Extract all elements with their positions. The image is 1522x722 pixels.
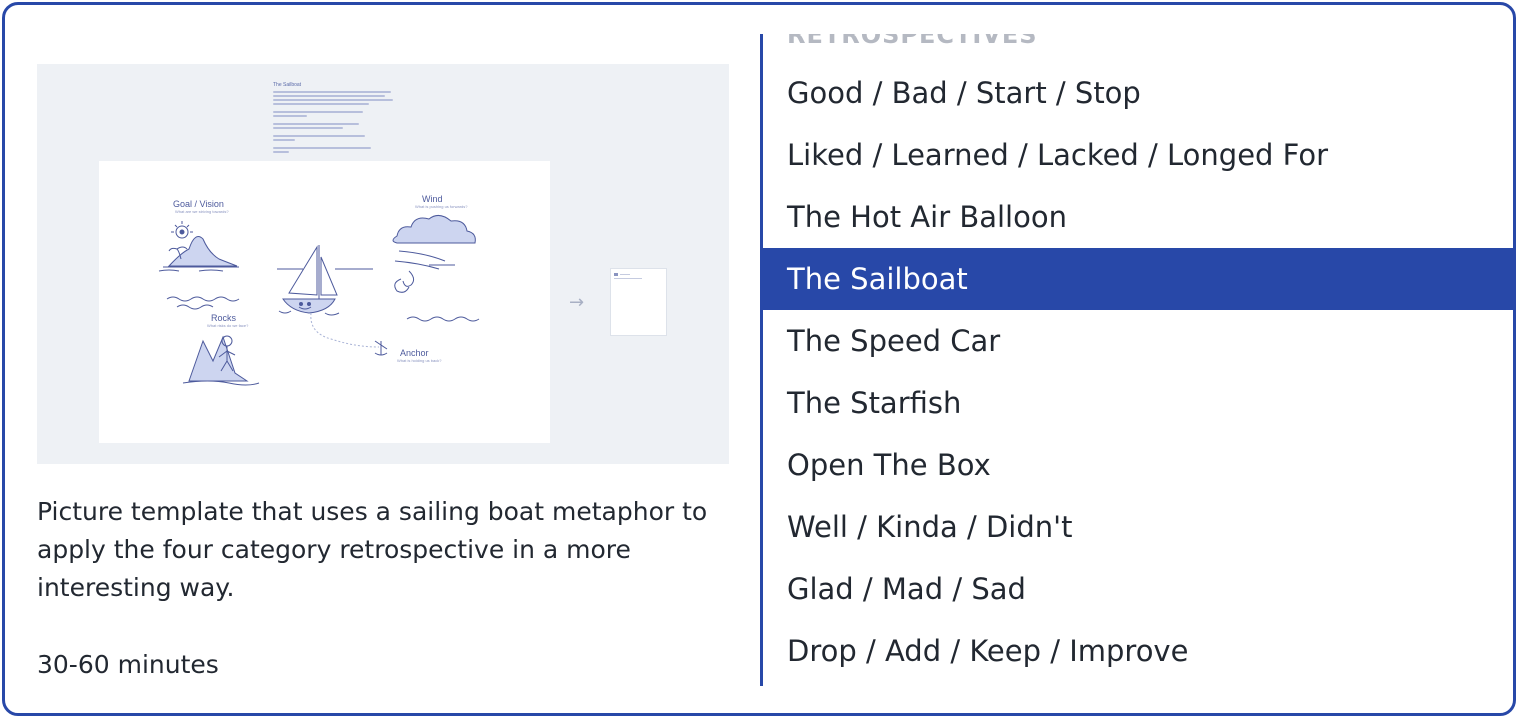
template-preview-image: The Sailboat Goal / Vision What are we s… bbox=[37, 64, 729, 464]
anchor-icon bbox=[310, 312, 388, 356]
preview-heading: The Sailboat bbox=[273, 82, 302, 88]
rocks-label: Rocks bbox=[211, 313, 237, 323]
rocks-prompt: What risks do we face? bbox=[207, 323, 249, 328]
list-item-drop-add-keep-improve[interactable]: Drop / Add / Keep / Improve bbox=[763, 620, 1513, 682]
list-item-liked-learned-lacked-longed[interactable]: Liked / Learned / Lacked / Longed For bbox=[763, 124, 1513, 186]
list-item-sailboat[interactable]: The Sailboat bbox=[763, 248, 1513, 310]
template-picker: The Sailboat Goal / Vision What are we s… bbox=[2, 2, 1516, 716]
template-detail-panel: The Sailboat Goal / Vision What are we s… bbox=[5, 5, 763, 713]
anchor-prompt: What is holding us back? bbox=[397, 358, 442, 363]
sailboat-board: Goal / Vision What are we striving towar… bbox=[99, 161, 550, 443]
template-description: Picture template that uses a sailing boa… bbox=[37, 497, 708, 602]
next-page-thumbnail bbox=[610, 268, 667, 336]
retrospective-list: Good / Bad / Start / Stop Liked / Learne… bbox=[763, 62, 1513, 682]
list-item-well-kinda-didnt[interactable]: Well / Kinda / Didn't bbox=[763, 496, 1513, 558]
sailboat-illustration bbox=[158, 215, 480, 386]
rocks-icon bbox=[182, 335, 260, 386]
list-item-hot-air-balloon[interactable]: The Hot Air Balloon bbox=[763, 186, 1513, 248]
retrospective-list-panel[interactable]: RETROSPECTIVES Good / Bad / Start / Stop… bbox=[760, 34, 1513, 686]
sailboat-icon bbox=[277, 245, 373, 316]
goal-prompt: What are we striving towards? bbox=[175, 209, 229, 214]
arrow-right-icon: → bbox=[569, 292, 585, 313]
template-duration: 30-60 minutes bbox=[37, 650, 219, 679]
wind-prompt: What is pushing us forwards? bbox=[415, 204, 468, 209]
list-item-open-the-box[interactable]: Open The Box bbox=[763, 434, 1513, 496]
cloud-icon bbox=[392, 215, 476, 293]
preview-instructions: The Sailboat bbox=[273, 82, 395, 155]
list-item-glad-mad-sad[interactable]: Glad / Mad / Sad bbox=[763, 558, 1513, 620]
list-item-speed-car[interactable]: The Speed Car bbox=[763, 310, 1513, 372]
island-icon bbox=[158, 221, 239, 272]
goal-label: Goal / Vision bbox=[173, 199, 224, 209]
list-item-good-bad-start-stop[interactable]: Good / Bad / Start / Stop bbox=[763, 62, 1513, 124]
list-item-starfish[interactable]: The Starfish bbox=[763, 372, 1513, 434]
anchor-label: Anchor bbox=[400, 348, 429, 358]
wind-label: Wind bbox=[422, 194, 443, 204]
section-header: RETROSPECTIVES bbox=[787, 34, 1038, 49]
